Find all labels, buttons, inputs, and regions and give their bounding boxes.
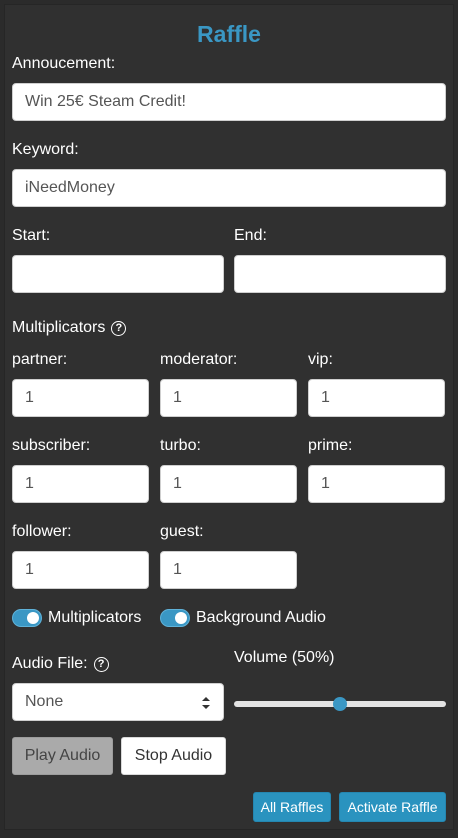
announcement-label: Annoucement: [12, 55, 116, 72]
select-arrows-icon [202, 697, 210, 709]
audio-file-selected: None [25, 693, 64, 710]
raffle-panel: Raffle Annoucement: Win 25€ Steam Credit… [4, 4, 454, 830]
multiplicators-heading: Multiplicators? [12, 319, 127, 337]
partner-input[interactable]: 1 [12, 379, 149, 417]
follower-input[interactable]: 1 [12, 551, 149, 589]
all-raffles-button[interactable]: All Raffles [253, 792, 331, 822]
audio-file-select[interactable]: None [12, 683, 224, 721]
start-input[interactable] [12, 255, 224, 293]
turbo-label: turbo: [160, 437, 201, 454]
toggle-knob [175, 612, 187, 624]
end-input[interactable] [234, 255, 446, 293]
vip-input[interactable]: 1 [308, 379, 445, 417]
play-audio-button[interactable]: Play Audio [12, 737, 113, 775]
partner-label: partner: [12, 351, 68, 368]
multiplicators-toggle[interactable] [12, 609, 42, 627]
moderator-input[interactable]: 1 [160, 379, 297, 417]
vip-label: vip: [308, 351, 333, 368]
multiplicators-heading-text: Multiplicators [12, 319, 106, 336]
keyword-label: Keyword: [12, 141, 79, 158]
prime-input[interactable]: 1 [308, 465, 445, 503]
page-title: Raffle [197, 21, 261, 47]
question-circle-icon[interactable]: ? [93, 657, 109, 672]
subscriber-input[interactable]: 1 [12, 465, 149, 503]
background-audio-toggle[interactable] [160, 609, 190, 627]
background-audio-toggle-label: Background Audio [196, 609, 326, 626]
audio-file-label: Audio File:? [12, 655, 109, 673]
guest-label: guest: [160, 523, 204, 540]
moderator-label: moderator: [160, 351, 238, 368]
prime-label: prime: [308, 437, 353, 454]
subscriber-label: subscriber: [12, 437, 91, 454]
guest-input[interactable]: 1 [160, 551, 297, 589]
activate-raffle-button[interactable]: Activate Raffle [339, 792, 446, 822]
question-circle-icon[interactable]: ? [111, 321, 127, 336]
follower-label: follower: [12, 523, 72, 540]
announcement-input[interactable]: Win 25€ Steam Credit! [12, 83, 446, 121]
toggle-knob [27, 612, 39, 624]
volume-label: Volume (50%) [234, 649, 335, 666]
audio-file-label-text: Audio File: [12, 655, 88, 672]
keyword-input[interactable]: iNeedMoney [12, 169, 446, 207]
start-label: Start: [12, 227, 51, 244]
volume-slider-thumb[interactable] [333, 697, 347, 711]
multiplicators-toggle-label: Multiplicators [48, 609, 142, 626]
turbo-input[interactable]: 1 [160, 465, 297, 503]
end-label: End: [234, 227, 267, 244]
stop-audio-button[interactable]: Stop Audio [121, 737, 226, 775]
